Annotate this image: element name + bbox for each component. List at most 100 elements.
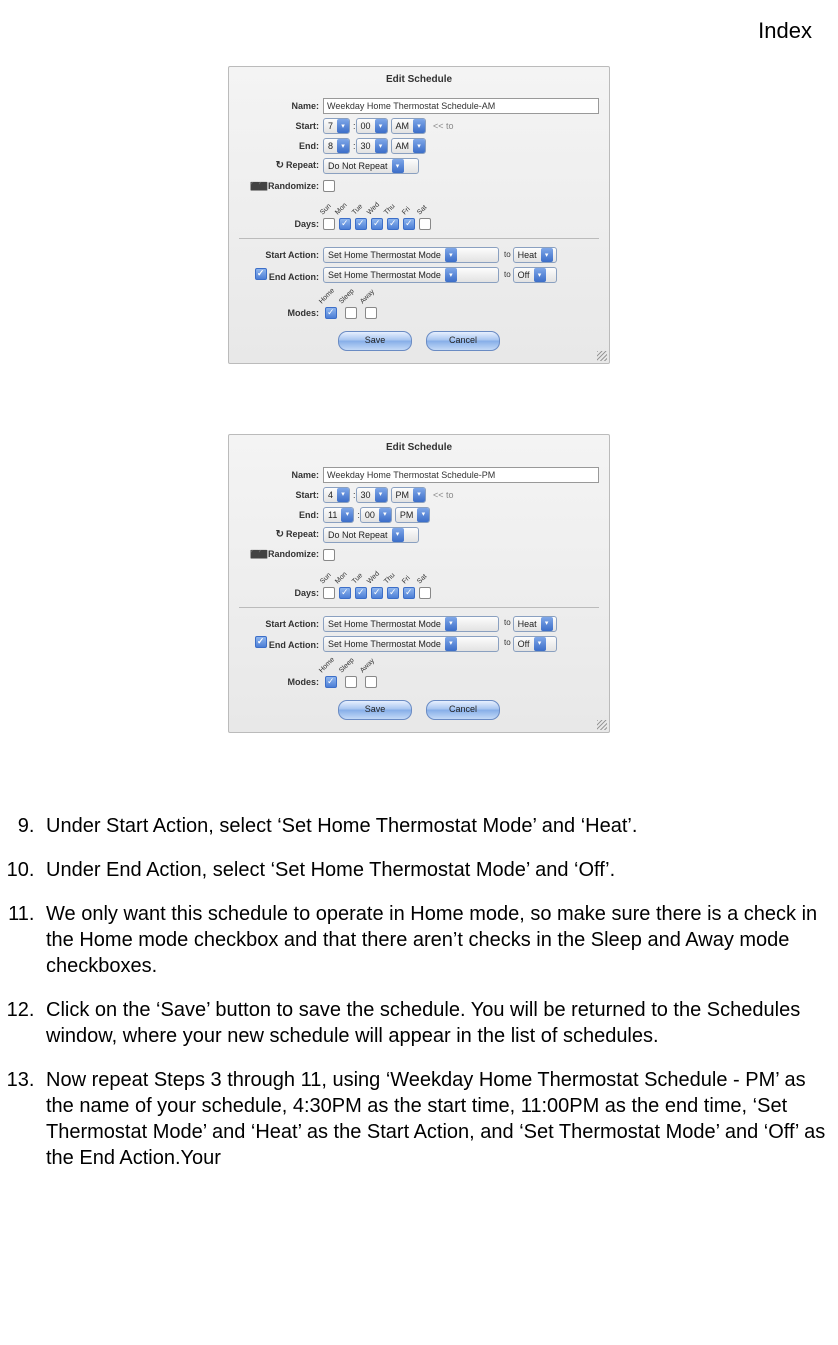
modes-group: HomeSleepAway xyxy=(323,297,381,319)
mode-checkbox[interactable] xyxy=(325,676,337,688)
end-action-select[interactable]: Set Home Thermostat Mode▾ xyxy=(323,267,499,283)
day-label: Tue xyxy=(350,203,365,218)
day-column: Wed xyxy=(371,587,385,599)
name-label: Name: xyxy=(239,100,323,112)
repeat-select[interactable]: Do Not Repeat▾ xyxy=(323,527,419,543)
start-hour-select[interactable]: 7▾ xyxy=(323,118,350,134)
dropdown-icon: ▾ xyxy=(392,528,404,542)
randomize-checkbox[interactable] xyxy=(323,549,335,561)
resize-handle-icon[interactable] xyxy=(597,351,607,361)
repeat-icon xyxy=(276,529,286,539)
mode-checkbox[interactable] xyxy=(365,676,377,688)
day-checkbox[interactable] xyxy=(355,587,367,599)
randomize-label: Randomize: xyxy=(239,548,323,561)
to-label: to xyxy=(504,618,511,629)
end-action-value-select[interactable]: Off▾ xyxy=(513,267,557,283)
instruction-list: Under Start Action, select ‘Set Home The… xyxy=(10,813,828,1171)
day-checkbox[interactable] xyxy=(323,218,335,230)
start-label: Start: xyxy=(239,489,323,501)
day-label: Thu xyxy=(382,202,397,217)
start-action-select[interactable]: Set Home Thermostat Mode▾ xyxy=(323,616,499,632)
mode-checkbox[interactable] xyxy=(365,307,377,319)
day-checkbox[interactable] xyxy=(387,218,399,230)
day-checkbox[interactable] xyxy=(371,218,383,230)
start-action-value-select[interactable]: Heat▾ xyxy=(513,616,557,632)
day-column: Tue xyxy=(355,587,369,599)
start-ampm-select[interactable]: AM▾ xyxy=(391,118,427,134)
day-checkbox[interactable] xyxy=(419,218,431,230)
mode-checkbox[interactable] xyxy=(345,676,357,688)
day-column: Thu xyxy=(387,218,401,230)
end-hour-select[interactable]: 8▾ xyxy=(323,138,350,154)
resize-handle-icon[interactable] xyxy=(597,720,607,730)
start-hint: << to xyxy=(433,120,454,132)
end-ampm-select[interactable]: PM▾ xyxy=(395,507,431,523)
day-checkbox[interactable] xyxy=(339,218,351,230)
day-checkbox[interactable] xyxy=(403,218,415,230)
start-min-select[interactable]: 30▾ xyxy=(356,487,388,503)
day-label: Wed xyxy=(365,201,382,218)
day-checkbox[interactable] xyxy=(355,218,367,230)
dropdown-icon: ▾ xyxy=(337,119,349,133)
repeat-select[interactable]: Do Not Repeat▾ xyxy=(323,158,419,174)
repeat-label: Repeat: xyxy=(239,528,323,542)
day-column: Mon xyxy=(339,587,353,599)
end-ampm-select[interactable]: AM▾ xyxy=(391,138,427,154)
start-action-select[interactable]: Set Home Thermostat Mode▾ xyxy=(323,247,499,263)
day-checkbox[interactable] xyxy=(323,587,335,599)
end-min-select[interactable]: 30▾ xyxy=(356,138,388,154)
mode-checkbox[interactable] xyxy=(325,307,337,319)
dropdown-icon: ▾ xyxy=(375,139,387,153)
end-min-select[interactable]: 00▾ xyxy=(360,507,392,523)
randomize-checkbox[interactable] xyxy=(323,180,335,192)
end-action-label: End Action: xyxy=(239,636,323,651)
start-action-label: Start Action: xyxy=(239,249,323,261)
start-ampm-select[interactable]: PM▾ xyxy=(391,487,427,503)
start-action-label: Start Action: xyxy=(239,618,323,630)
day-label: Fri xyxy=(400,205,412,217)
end-hour-select[interactable]: 11▾ xyxy=(323,507,354,523)
dropdown-icon: ▾ xyxy=(341,508,353,522)
save-button[interactable]: Save xyxy=(338,700,412,720)
start-min-select[interactable]: 00▾ xyxy=(356,118,388,134)
day-column: Fri xyxy=(403,587,417,599)
end-action-enabled-checkbox[interactable] xyxy=(255,268,267,280)
day-column: Thu xyxy=(387,587,401,599)
day-label: Mon xyxy=(334,570,350,586)
day-label: Thu xyxy=(382,571,397,586)
day-checkbox[interactable] xyxy=(419,587,431,599)
randomize-icon xyxy=(250,181,268,191)
repeat-icon xyxy=(276,160,286,170)
index-link[interactable]: Index xyxy=(10,16,812,46)
modes-group: HomeSleepAway xyxy=(323,666,381,688)
day-label: Tue xyxy=(350,571,365,586)
day-checkbox[interactable] xyxy=(403,587,415,599)
start-hour-select[interactable]: 4▾ xyxy=(323,487,350,503)
name-input[interactable]: Weekday Home Thermostat Schedule-PM xyxy=(323,467,599,483)
day-column: Sun xyxy=(323,587,337,599)
cancel-button[interactable]: Cancel xyxy=(426,331,500,351)
end-action-value-select[interactable]: Off▾ xyxy=(513,636,557,652)
instruction-item: Under Start Action, select ‘Set Home The… xyxy=(40,813,828,839)
save-button[interactable]: Save xyxy=(338,331,412,351)
panel-title: Edit Schedule xyxy=(229,441,609,455)
end-action-select[interactable]: Set Home Thermostat Mode▾ xyxy=(323,636,499,652)
days-group: SunMonTueWedThuFriSat xyxy=(323,577,433,599)
mode-column: Home xyxy=(323,307,341,319)
cancel-button[interactable]: Cancel xyxy=(426,700,500,720)
panel-title: Edit Schedule xyxy=(229,73,609,87)
dropdown-icon: ▾ xyxy=(413,139,425,153)
day-column: Mon xyxy=(339,218,353,230)
day-checkbox[interactable] xyxy=(339,587,351,599)
end-action-enabled-checkbox[interactable] xyxy=(255,636,267,648)
day-checkbox[interactable] xyxy=(387,587,399,599)
start-action-value-select[interactable]: Heat▾ xyxy=(513,247,557,263)
edit-schedule-panel-pm: Edit Schedule Name: Weekday Home Thermos… xyxy=(228,434,610,733)
name-input[interactable]: Weekday Home Thermostat Schedule-AM xyxy=(323,98,599,114)
day-label: Sun xyxy=(318,571,333,586)
day-checkbox[interactable] xyxy=(371,587,383,599)
edit-schedule-panel-am: Edit Schedule Name: Weekday Home Thermos… xyxy=(228,66,610,365)
repeat-label: Repeat: xyxy=(239,159,323,173)
mode-checkbox[interactable] xyxy=(345,307,357,319)
dropdown-icon: ▾ xyxy=(534,637,546,651)
